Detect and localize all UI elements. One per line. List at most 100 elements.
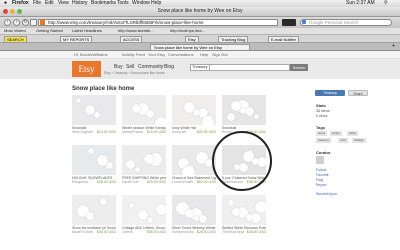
etsy-logo[interactable]: Etsy <box>72 61 101 77</box>
listing-shop[interactable]: LondonCrafts <box>172 180 193 184</box>
menu-bookmarks[interactable]: Bookmarks <box>91 0 116 7</box>
listing-thumbnail[interactable] <box>172 195 216 225</box>
listing-thumbnail[interactable] <box>122 95 166 125</box>
bookmark-getting-started[interactable]: Getting Started <box>36 28 63 34</box>
listing-thumbnail[interactable] <box>172 145 216 175</box>
listing-shop[interactable]: WeeOriginals <box>72 130 93 134</box>
tag-chip[interactable]: white <box>347 131 359 136</box>
listing-shop[interactable]: Sewcraft <box>172 130 186 134</box>
listing-card[interactable]: Silver Toned Whimsy Winter... NowMerchant… <box>172 195 216 234</box>
listing-card[interactable]: Snow Ha necklace (of Snow... MadeToOrder $… <box>72 195 116 234</box>
product-shape <box>185 209 194 218</box>
listing-shop[interactable]: Letters <box>122 230 133 234</box>
treasury-button[interactable]: Treasury <box>315 90 345 96</box>
link-help[interactable]: Help <box>200 51 208 58</box>
listing-price: $28.00 USD <box>196 230 216 234</box>
addon-search[interactable]: SEARCH <box>4 36 27 43</box>
curator-avatar[interactable] <box>316 156 324 164</box>
nav-community[interactable]: Community <box>138 64 163 70</box>
tag-chip[interactable]: snow <box>316 131 328 136</box>
search-input[interactable]: Google Personal Search <box>300 19 392 26</box>
link-flag[interactable]: Flag <box>316 178 323 182</box>
spotlight-icon[interactable]: ⚲ <box>384 0 388 7</box>
link-sign-out[interactable]: Sign Out <box>212 51 228 58</box>
listing-card[interactable]: Cottage ABC Letters, Snow... Letters $58.0… <box>122 195 166 234</box>
bookmark-most-visited[interactable]: Most Visited <box>4 28 26 34</box>
link-favorite[interactable]: Favorite <box>316 173 329 177</box>
rss-icon[interactable] <box>282 19 296 26</box>
listing-thumbnail[interactable] <box>72 145 116 175</box>
window-title-bar[interactable]: Snow place like home by Wee on Etsy <box>0 7 400 17</box>
bookmark-latest-headlines[interactable]: Latest Headlines <box>72 28 102 34</box>
listing-card[interactable]: Snowball Rocks $28.00 USD <box>222 95 266 134</box>
listing-shop[interactable]: Rotoprints <box>72 180 88 184</box>
nav-blog[interactable]: Blog <box>164 64 174 70</box>
link-conversations[interactable]: Conversations <box>168 51 194 58</box>
listing-card[interactable]: FREE SHIPPING White pearl... SarahCole $29… <box>122 145 166 184</box>
listing-thumbnail[interactable] <box>72 95 116 125</box>
back-icon[interactable]: ‹ <box>4 19 11 26</box>
link-your-etsy[interactable]: Your Etsy <box>148 51 165 58</box>
share-button[interactable]: Share <box>348 90 368 96</box>
addon-access[interactable]: ACCESS <box>120 36 143 43</box>
bookmark-mail[interactable]: http://mail.tpe.itea... <box>170 28 205 34</box>
listing-thumbnail[interactable] <box>122 195 166 225</box>
menu-file[interactable]: File <box>33 0 41 7</box>
tag-chip[interactable]: holiday <box>352 138 366 143</box>
menu-firefox[interactable]: Firefox <box>12 0 29 7</box>
menu-view[interactable]: View <box>58 0 69 7</box>
listing-card[interactable]: Chaos of Sea Statement LightboxLondonCra… <box>172 145 216 184</box>
tag-chip[interactable]: winter <box>330 131 343 136</box>
product-shape <box>246 214 253 221</box>
menu-history[interactable]: History <box>72 0 88 7</box>
tags-heading: Tags <box>316 125 326 130</box>
menu-help[interactable]: Help <box>151 0 161 7</box>
menu-edit[interactable]: Edit <box>45 0 54 7</box>
tag-chip[interactable]: cold <box>338 138 348 143</box>
etsy-search-button[interactable]: Search <box>290 64 308 71</box>
listing-card[interactable]: Ivory White Hat Sewcraft $32.00 USD <box>172 95 216 134</box>
product-shape <box>228 200 234 206</box>
url-bar[interactable]: http://www.etsy.com/treasury/HdA5S1FfLSR… <box>38 19 278 26</box>
listing-thumbnail[interactable] <box>172 95 216 125</box>
listing-shop[interactable]: SarahCole <box>122 180 139 184</box>
nav-sell[interactable]: Sell <box>126 64 134 70</box>
addon-my-reports[interactable]: MY REPORTS <box>60 36 93 43</box>
listing-price: $34.00 USD <box>96 230 116 234</box>
product-shape <box>86 212 94 220</box>
listing-thumbnail[interactable] <box>222 95 266 125</box>
addon-tracking-blog[interactable]: Tracking Blog <box>218 36 249 43</box>
listing-card[interactable]: HOLIDAY SNOWFLAKES Rotoprints $38.00 USD <box>72 145 116 184</box>
listing-card[interactable]: Winter season White Snowy... MessyPhotos $… <box>122 95 166 134</box>
addon-email-notifier[interactable]: E-mail Notifier <box>268 36 300 43</box>
listing-thumbnail[interactable] <box>122 145 166 175</box>
product-shape <box>132 104 141 113</box>
addon-etsy[interactable]: Etsy <box>185 36 199 43</box>
listing-shop[interactable]: NowMerchant <box>172 230 194 234</box>
search-category-select[interactable]: Treasury <box>190 64 210 71</box>
listing-thumbnail[interactable] <box>222 195 266 225</box>
listing-shop[interactable]: MadeToOrder <box>72 230 93 234</box>
listing-thumbnail[interactable] <box>72 195 116 225</box>
link-activity-feed[interactable]: Activity Feed <box>122 51 145 58</box>
new-tab-icon[interactable]: + <box>392 43 395 49</box>
listing-shop[interactable]: MessyPhotos <box>122 130 143 134</box>
forward-icon[interactable]: › <box>13 19 20 26</box>
listing-card[interactable]: Stuffed White Dinosaur Pottery TheShopNin… <box>222 195 266 234</box>
bookmark-twentie[interactable]: http://www.twentie... <box>118 28 154 34</box>
menu-tools[interactable]: Tools <box>117 0 129 7</box>
menu-window[interactable]: Window <box>132 0 150 7</box>
listing-meta: WeeOriginals $24.00 USD <box>72 130 116 134</box>
listing-card[interactable]: Snowball WeeOriginals $24.00 USD <box>72 95 116 134</box>
reload-icon[interactable]: ↻ <box>22 19 29 26</box>
apple-icon[interactable]: ● <box>4 0 7 7</box>
tag-chip[interactable]: treasury <box>316 138 331 143</box>
home-icon[interactable] <box>30 19 37 26</box>
url-text: http://www.etsy.com/treasury/HdA5S1FfLSR… <box>48 20 204 25</box>
link-follow[interactable]: Follow <box>316 168 326 172</box>
link-stumbleupon[interactable]: StumbleUpon <box>316 192 337 196</box>
listing-shop[interactable]: TheShopNinja <box>222 230 244 234</box>
nav-buy[interactable]: Buy <box>114 64 123 70</box>
link-report[interactable]: Report <box>316 183 327 187</box>
tab-active[interactable]: Snow place like home by Wee on Etsy <box>150 44 250 50</box>
